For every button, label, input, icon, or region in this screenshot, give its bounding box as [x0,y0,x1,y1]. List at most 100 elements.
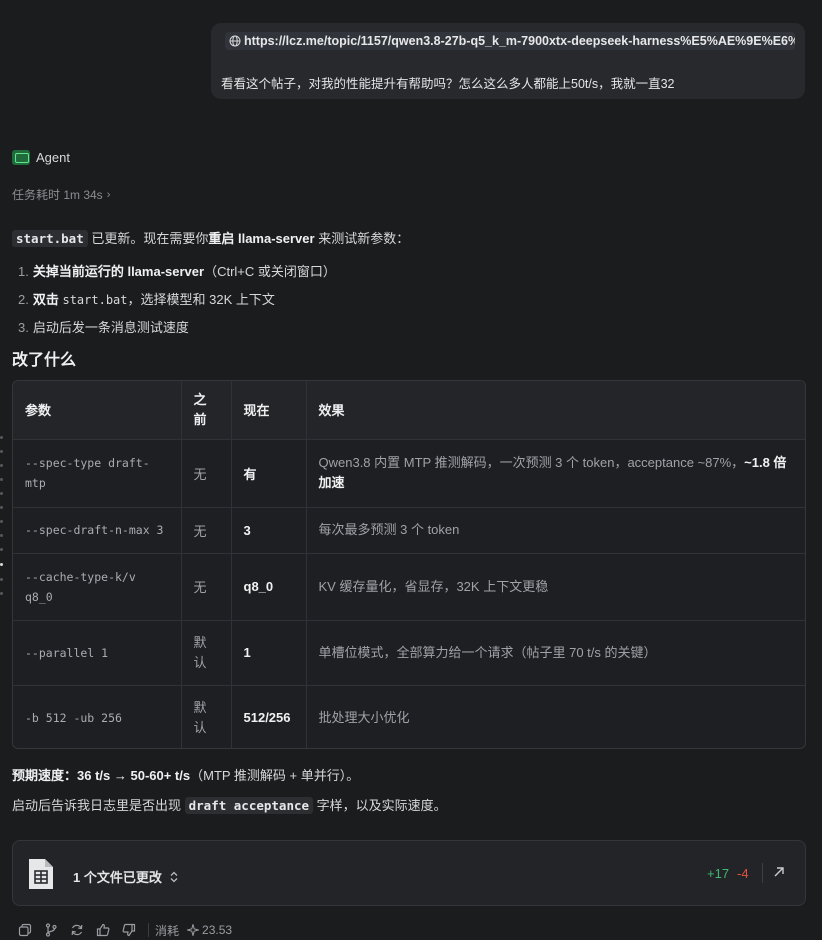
before-cell: 无 [181,439,232,508]
table-header: 效果 [306,381,805,440]
param-cell: -b 512 -ub 256 [13,685,182,748]
list-item: 2. 双击 start.bat，选择模型和 32K 上下文 [18,289,275,308]
expected-value: 36 t/s → 50-60+ t/s [77,768,191,783]
branch-icon[interactable] [44,923,58,937]
effect-cell: 每次最多预测 3 个 token [306,507,805,554]
scroll-dot[interactable] [0,506,3,509]
list-number: 1. [18,264,29,279]
intro-text: 已更新。现在需要你 [87,231,209,246]
followup-line: 启动后告诉我日志里是否出现 draft acceptance 字样，以及实际速度… [12,795,447,814]
inline-code: draft acceptance [184,797,314,814]
table-header: 参数 [13,381,182,440]
list-text: 启动后发一条消息测试速度 [32,320,189,335]
param-cell: --spec-type draft-mtp [13,439,182,508]
table-row: -b 512 -ub 256 默认 512/256 批处理大小优化 [13,685,805,748]
files-changed-toggle[interactable]: 1 个文件已更改 [73,867,178,886]
scroll-dot[interactable] [0,520,3,523]
before-cell: 默认 [181,685,232,748]
now-cell: 3 [231,507,307,554]
expected-note: （MTP 推测解码 + 单并行）。 [190,768,360,783]
globe-icon [229,35,241,47]
scroll-dot[interactable] [0,492,3,495]
retry-icon[interactable] [70,923,84,937]
intro-bold: 重启 llama-server [208,231,315,246]
list-text: ，选择模型和 32K 上下文 [127,292,275,307]
list-number: 2. [18,292,29,307]
files-changed-card[interactable]: 1 个文件已更改 +17 -4 [12,840,806,906]
scroll-dot[interactable] [0,578,3,581]
expected-label: 预期速度： [12,768,78,783]
chevron-updown-icon [170,871,178,882]
list-item: 3. 启动后发一条消息测试速度 [18,317,189,336]
list-text: （Ctrl+C 或关闭窗口） [204,264,336,279]
now-cell: 有 [231,439,307,508]
now-cell: q8_0 [231,553,307,621]
user-message-text: 看看这个帖子，对我的性能提升有帮助吗？怎么这么多人都能上50t/s，我就一直32 [221,77,675,91]
effect-cell: KV 缓存量化，省显存，32K 上下文更稳 [306,553,805,621]
scroll-dot[interactable] [0,548,3,551]
effect-cell: 批处理大小优化 [318,709,410,725]
table-header: 之前 [181,381,232,440]
deletions-count: -4 [737,866,749,881]
param-cell: --spec-draft-n-max 3 [13,507,182,554]
cost-value: 23.53 [202,923,233,937]
task-time[interactable]: 任务耗时 1m 34s › [12,186,110,203]
intro-text-2: 来测试新参数： [314,231,410,246]
inline-code: start.bat [12,230,88,247]
scroll-dot[interactable] [0,534,3,537]
cost-label: 消耗 [155,923,180,938]
table-row: --cache-type-k/v q8_0 无 q8_0 KV 缓存量化，省显存… [13,553,805,621]
list-bold: 关掉当前运行的 llama-server [32,264,205,279]
additions-count: +17 [707,866,730,881]
effect-cell: 单槽位模式，全部算力给一个请求（帖子里 70 t/s 的关键） [306,620,805,686]
thumbs-up-icon[interactable] [96,923,110,937]
divider [762,863,763,883]
now-cell: 1 [231,620,307,686]
url-chip[interactable]: https://lcz.me/topic/1157/qwen3.8-27b-q5… [225,32,795,50]
followup-text-2: 字样，以及实际速度。 [313,798,447,813]
scroll-dot[interactable] [0,436,3,439]
table-row: --spec-draft-n-max 3 无 3 每次最多预测 3 个 toke… [13,507,805,554]
file-icon [29,859,53,889]
url-text[interactable]: https://lcz.me/topic/1157/qwen3.8-27b-q5… [244,34,795,48]
table-row: --parallel 1 默认 1 单槽位模式，全部算力给一个请求（帖子里 70… [13,620,805,686]
agent-icon [12,150,30,165]
agent-header: Agent [12,150,70,165]
scroll-dot-active[interactable] [0,563,3,566]
table-header-row: 参数 之前 现在 效果 [13,381,805,440]
user-message-bubble: https://lcz.me/topic/1157/qwen3.8-27b-q5… [211,23,805,99]
table-header: 现在 [231,381,307,440]
task-time-label: 任务耗时 1m 34s [12,188,103,202]
before-cell: 无 [181,553,232,621]
effect-text: Qwen3.8 内置 MTP 推测解码，一次预测 3 个 token，accep… [318,455,745,470]
section-heading: 改了什么 [12,352,77,369]
files-changed-label: 1 个文件已更改 [73,870,162,885]
divider [148,923,149,937]
effect-cell: Qwen3.8 内置 MTP 推测解码，一次预测 3 个 token，accep… [306,439,805,508]
list-item: 1. 关掉当前运行的 llama-server（Ctrl+C 或关闭窗口） [18,261,336,280]
scroll-dot[interactable] [0,478,3,481]
chevron-right-icon: › [106,188,111,201]
before-cell: 无 [181,507,232,554]
scroll-dot[interactable] [0,464,3,467]
before-cell: 默认 [181,620,232,686]
list-bold: 双击 [32,292,59,307]
list-code: start.bat [62,293,128,307]
now-cell: 512/256 [231,685,307,748]
agent-name: Agent [36,150,70,165]
scroll-dot[interactable] [0,450,3,453]
sparkle-icon [187,924,200,936]
expected-speed: 预期速度：36 t/s → 50-60+ t/s（MTP 推测解码 + 单并行）… [12,765,359,784]
list-number: 3. [18,320,29,335]
param-cell: --cache-type-k/v q8_0 [13,553,182,621]
open-external-icon[interactable] [772,865,786,879]
message-toolbar: 消耗 23.53 [18,922,240,938]
scroll-dot[interactable] [0,592,3,595]
thumbs-down-icon[interactable] [122,923,136,937]
copy-icon[interactable] [18,923,32,937]
followup-text: 启动后告诉我日志里是否出现 [12,798,185,813]
intro-line: start.bat 已更新。现在需要你重启 llama-server 来测试新参… [12,228,409,247]
params-table: 参数 之前 现在 效果 --spec-type draft-mtp 无 有 Qw… [12,380,806,749]
table-row: --spec-type draft-mtp 无 有 Qwen3.8 内置 MTP… [13,439,805,508]
param-cell: --parallel 1 [13,620,182,686]
